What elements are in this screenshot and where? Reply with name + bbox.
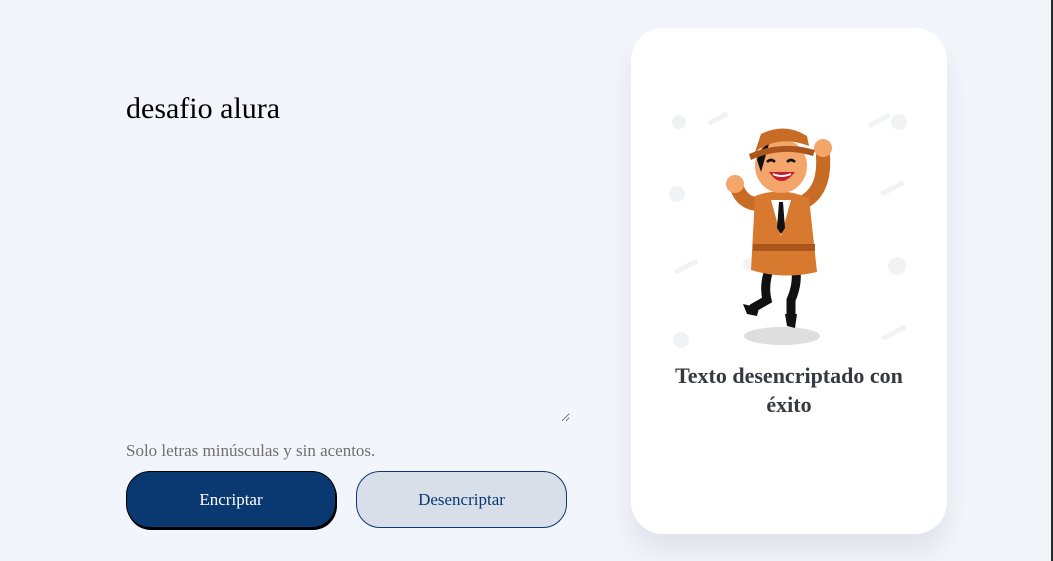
encrypt-button[interactable]: Encriptar <box>126 471 336 528</box>
happy-detective-icon <box>669 111 907 348</box>
decrypt-button[interactable]: Desencriptar <box>356 471 567 528</box>
result-message: Texto desencriptado con éxito <box>675 363 903 417</box>
text-input[interactable] <box>126 90 570 422</box>
input-hint: Solo letras minúsculas y sin acentos. <box>126 441 376 460</box>
result-card: Texto desencriptado con éxito <box>631 28 947 534</box>
